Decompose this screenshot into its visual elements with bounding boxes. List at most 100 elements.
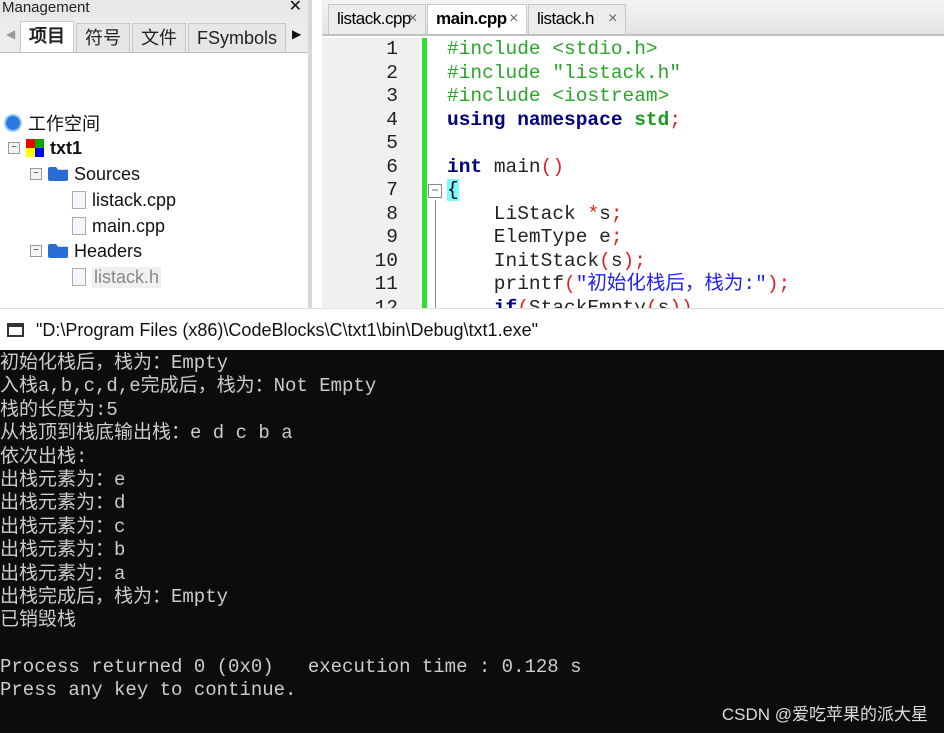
code-token: (: [564, 273, 576, 295]
code-token: main: [493, 155, 541, 178]
fold-line: [435, 200, 436, 310]
file-icon: [72, 217, 86, 235]
code-token: #include "listack.h": [447, 61, 682, 84]
code-token: (: [599, 249, 611, 272]
collapse-icon[interactable]: −: [30, 245, 42, 257]
code-token: ;: [669, 108, 682, 131]
code-text: using namespace std;: [447, 109, 681, 133]
code-token: *: [587, 202, 600, 225]
tree-headers[interactable]: − Headers: [30, 239, 142, 263]
folder-open-icon: [48, 244, 68, 258]
watermark: CSDN @爱吃苹果的派大星: [721, 705, 928, 724]
code-token: int: [447, 155, 494, 178]
code-token: ;: [610, 202, 623, 225]
code-token: #include <iostream>: [447, 85, 670, 107]
line-number: 4: [386, 108, 398, 131]
change-bar: [422, 38, 427, 308]
console-line: 栈的长度为:5: [0, 398, 118, 421]
code-token: ElemType e: [447, 226, 611, 248]
code-token: std: [634, 108, 670, 131]
line-number: 11: [374, 273, 398, 295]
management-panel: Management ✕ ◀ 项目 符号 文件 FSymbols ▶ 工作空间 −…: [0, 0, 312, 308]
code-text: LiStack *s;: [447, 203, 623, 227]
line-number: 5: [386, 132, 398, 154]
workspace-icon: [4, 114, 22, 132]
code-text: #include <iostream>: [447, 85, 669, 109]
code-token: ;: [610, 226, 623, 248]
tab-listack-h[interactable]: listack.h ×: [528, 4, 626, 34]
tab-listack-cpp[interactable]: listack.cpp ×: [328, 4, 426, 34]
console-line: Process returned 0 (0x0) execution time …: [0, 656, 582, 679]
console-title: "D:\Program Files (x86)\CodeBlocks\C\txt…: [36, 320, 538, 340]
tab-symbols[interactable]: 符号: [76, 23, 130, 52]
code-token: printf: [447, 273, 565, 295]
tab-projects[interactable]: 项目: [20, 21, 74, 52]
close-tab-icon[interactable]: ×: [608, 5, 617, 33]
close-tab-icon[interactable]: ×: [408, 5, 417, 33]
tab-label: listack.h: [537, 9, 594, 28]
console-line: 出栈元素为：c: [0, 515, 126, 538]
code-token: #include <stdio.h>: [447, 38, 658, 60]
fold-collapse-icon[interactable]: −: [428, 184, 442, 198]
code-token: );: [622, 249, 646, 272]
tree-file-listack-h[interactable]: listack.h: [72, 265, 162, 289]
line-number: 1: [386, 38, 398, 60]
code-editor: listack.cpp × main.cpp × listack.h × − 1 #in…: [322, 0, 944, 319]
management-title-text: Management: [2, 0, 90, 16]
file-icon: [72, 191, 86, 209]
scroll-right-icon[interactable]: ▶: [292, 27, 301, 41]
code-text: InitStack(s);: [447, 250, 646, 274]
project-icon: [26, 139, 44, 157]
sources-label: Sources: [74, 163, 141, 184]
file-label: listack.cpp: [92, 189, 177, 210]
console-icon: [7, 323, 24, 337]
code-text: int main(): [447, 156, 564, 180]
console-output: 初始化栈后，栈为：Empty 入栈a,b,c,d,e完成后，栈为：Not Empt…: [0, 350, 944, 733]
tree-sources[interactable]: − Sources: [30, 162, 140, 186]
collapse-icon[interactable]: −: [30, 168, 42, 180]
folder-open-icon: [48, 167, 68, 181]
tab-main-cpp[interactable]: main.cpp ×: [427, 4, 527, 34]
file-label: listack.h: [92, 266, 162, 288]
line-number: 3: [386, 85, 398, 107]
console-line: 入栈a,b,c,d,e完成后，栈为：Not Empty: [0, 375, 377, 398]
code-token: {: [447, 179, 459, 201]
line-number: 2: [386, 61, 398, 84]
console-line: 从栈顶到栈底输出栈：e d c b a: [0, 422, 293, 445]
collapse-icon[interactable]: −: [8, 142, 20, 154]
code-token: LiStack: [447, 202, 588, 225]
code-token: (): [540, 155, 565, 178]
management-tabs: ◀ 项目 符号 文件 FSymbols ▶: [0, 17, 308, 53]
code-token: );: [766, 273, 791, 295]
code-text: #include "listack.h": [447, 62, 681, 86]
code-text: ElemType e;: [447, 226, 623, 250]
console-line: 出栈元素为：d: [0, 492, 126, 515]
code-token: InitStack: [447, 249, 600, 272]
line-number: 6: [386, 155, 398, 178]
code-token: s: [599, 202, 611, 225]
tree-workspace[interactable]: 工作空间: [4, 111, 100, 135]
line-number: 9: [386, 226, 398, 248]
tab-fsymbols[interactable]: FSymbols: [188, 23, 287, 52]
close-tab-icon[interactable]: ×: [509, 5, 518, 33]
tab-label: main.cpp: [436, 9, 507, 28]
console-titlebar: "D:\Program Files (x86)\CodeBlocks\C\txt…: [0, 308, 944, 350]
console-line: 出栈完成后，栈为：Empty: [0, 585, 229, 608]
headers-label: Headers: [74, 240, 143, 261]
tree-file-main-cpp[interactable]: main.cpp: [72, 214, 165, 238]
code-text: #include <stdio.h>: [447, 38, 658, 62]
tab-files[interactable]: 文件: [132, 23, 186, 52]
code-token: "初始化栈后，栈为:": [575, 273, 767, 295]
tree-project[interactable]: − txt1: [8, 136, 82, 160]
code-token: s: [610, 249, 623, 272]
console-line: 依次出栈:: [0, 445, 88, 468]
scroll-left-icon[interactable]: ◀: [6, 27, 15, 41]
console-line: 出栈元素为：a: [0, 562, 126, 585]
tree-file-listack-cpp[interactable]: listack.cpp: [72, 188, 176, 212]
console-line: 已销毁栈: [0, 609, 77, 632]
management-title: Management ✕: [0, 0, 308, 17]
line-number: 8: [386, 202, 398, 225]
close-icon[interactable]: ✕: [289, 0, 302, 15]
workspace-label: 工作空间: [28, 114, 100, 134]
